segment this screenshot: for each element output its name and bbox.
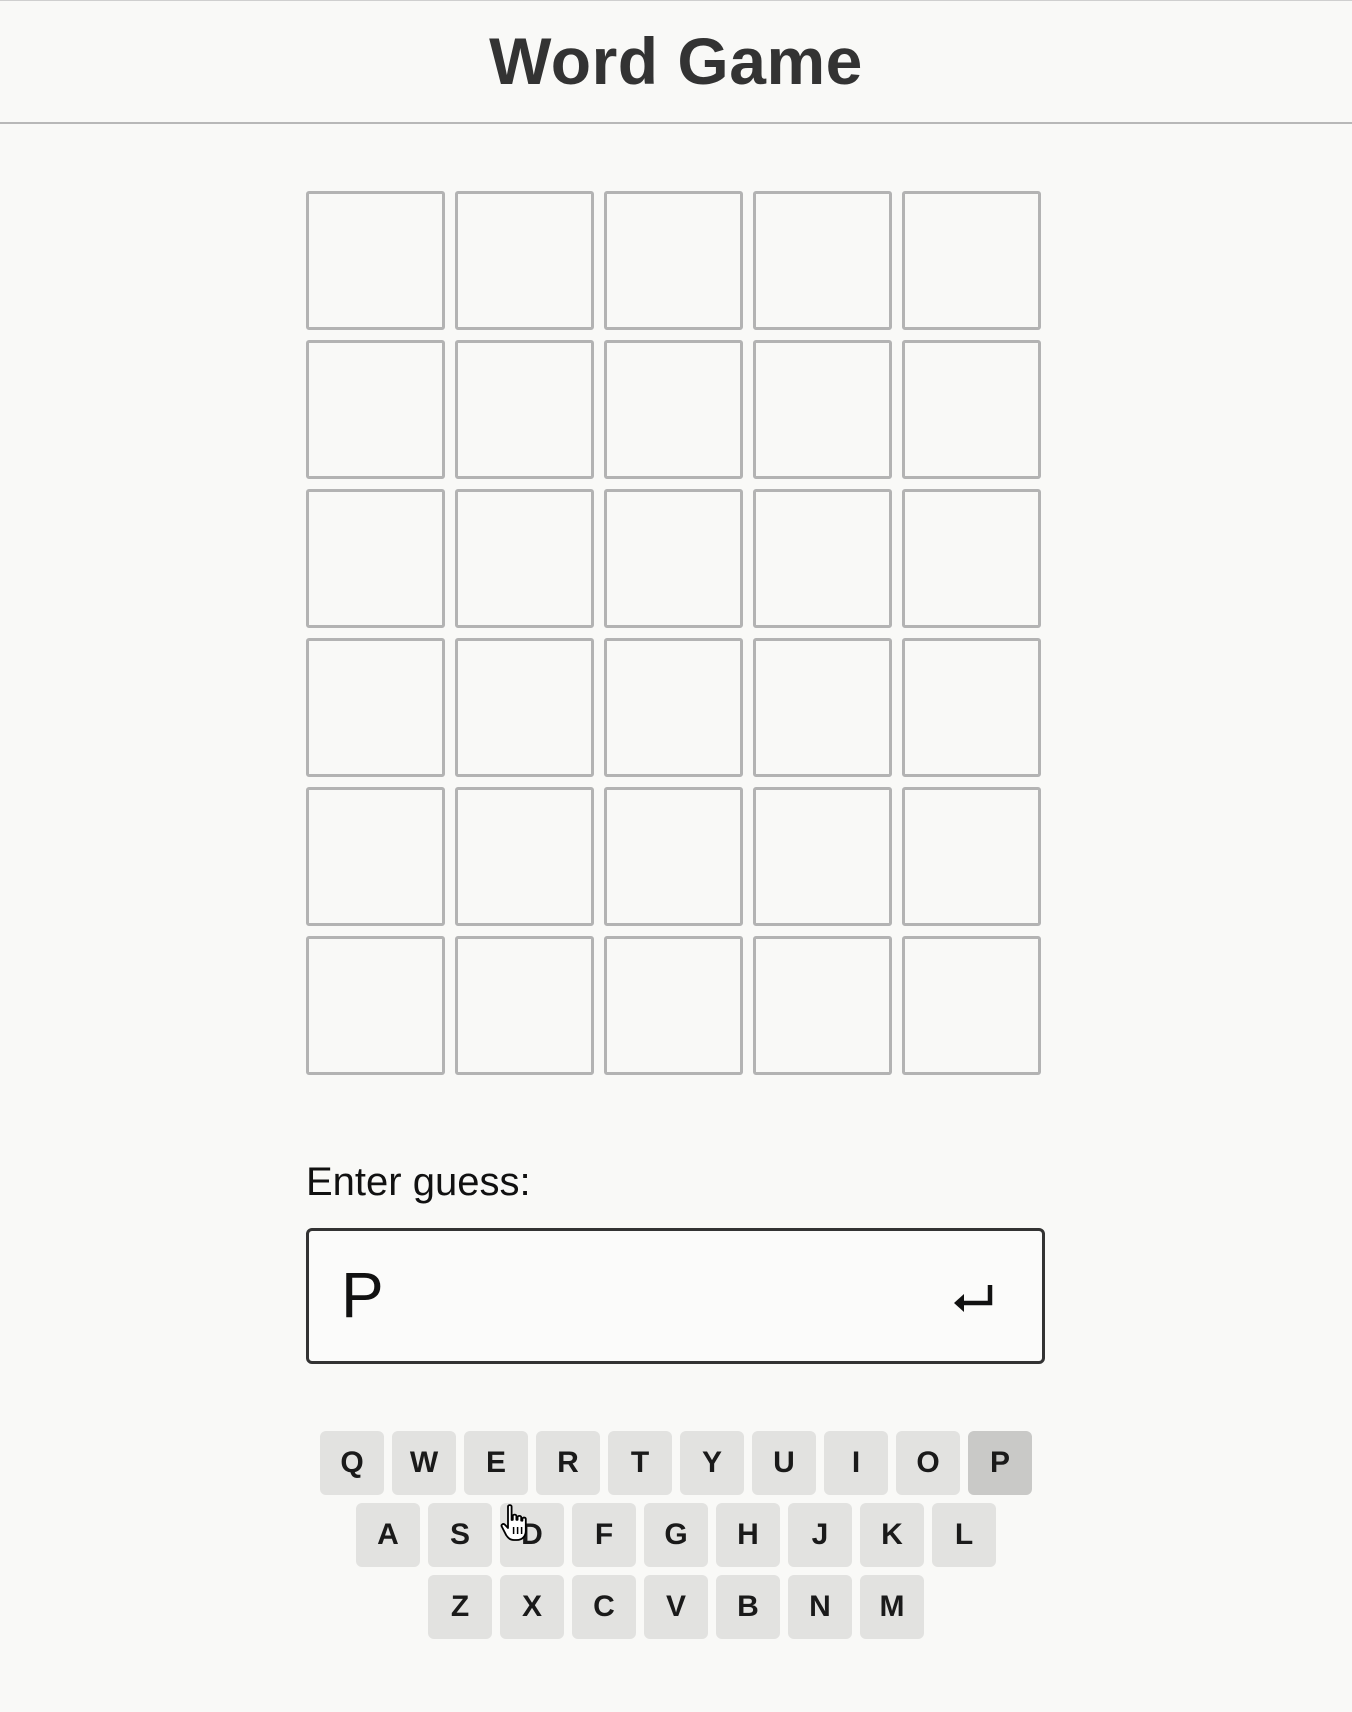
board-cell: [306, 191, 445, 330]
board-cell: [753, 340, 892, 479]
board-cell: [753, 787, 892, 926]
submit-guess-button[interactable]: [944, 1269, 1004, 1329]
keyboard-row: ASDFGHJKL: [0, 1503, 1352, 1567]
board-cell: [753, 191, 892, 330]
key-g[interactable]: G: [644, 1503, 708, 1567]
key-j[interactable]: J: [788, 1503, 852, 1567]
key-r[interactable]: R: [536, 1431, 600, 1495]
board-cell: [604, 489, 743, 628]
board-cell: [455, 191, 594, 330]
board-cell: [455, 936, 594, 1075]
key-b[interactable]: B: [716, 1575, 780, 1639]
key-c[interactable]: C: [572, 1575, 636, 1639]
board-cell: [604, 787, 743, 926]
board-cell: [902, 638, 1041, 777]
key-f[interactable]: F: [572, 1503, 636, 1567]
board-cell: [306, 489, 445, 628]
board-cell: [902, 936, 1041, 1075]
key-t[interactable]: T: [608, 1431, 672, 1495]
key-l[interactable]: L: [932, 1503, 996, 1567]
key-a[interactable]: A: [356, 1503, 420, 1567]
key-o[interactable]: O: [896, 1431, 960, 1495]
key-n[interactable]: N: [788, 1575, 852, 1639]
key-i[interactable]: I: [824, 1431, 888, 1495]
key-h[interactable]: H: [716, 1503, 780, 1567]
key-w[interactable]: W: [392, 1431, 456, 1495]
board-cell: [455, 340, 594, 479]
key-u[interactable]: U: [752, 1431, 816, 1495]
board-cell: [753, 638, 892, 777]
keyboard-row: QWERTYUIOP: [0, 1431, 1352, 1495]
key-k[interactable]: K: [860, 1503, 924, 1567]
guess-input[interactable]: [341, 1245, 941, 1345]
keyboard-row: ZXCVBNM: [0, 1575, 1352, 1639]
page-title: Word Game: [489, 23, 863, 98]
board-cell: [604, 638, 743, 777]
board-cell: [604, 191, 743, 330]
board-cell: [306, 936, 445, 1075]
key-s[interactable]: S: [428, 1503, 492, 1567]
key-p[interactable]: P: [968, 1431, 1032, 1495]
board-cell: [306, 340, 445, 479]
board-cell: [753, 936, 892, 1075]
board-cell: [604, 340, 743, 479]
key-v[interactable]: V: [644, 1575, 708, 1639]
board-cell: [902, 489, 1041, 628]
key-e[interactable]: E: [464, 1431, 528, 1495]
board-cell: [306, 638, 445, 777]
on-screen-keyboard: QWERTYUIOP ASDFGHJKL ZXCVBNM: [0, 1431, 1352, 1647]
board-cell: [902, 191, 1041, 330]
board-cell: [902, 787, 1041, 926]
guess-field: [306, 1228, 1045, 1364]
board-cell: [455, 489, 594, 628]
board-cell: [604, 936, 743, 1075]
return-arrow-icon: [954, 1285, 993, 1312]
game-board: [306, 191, 1045, 1075]
app-header: Word Game: [0, 0, 1352, 124]
key-d[interactable]: D: [500, 1503, 564, 1567]
board-cell: [753, 489, 892, 628]
board-cell: [455, 638, 594, 777]
board-cell: [306, 787, 445, 926]
key-m[interactable]: M: [860, 1575, 924, 1639]
key-q[interactable]: Q: [320, 1431, 384, 1495]
guess-label: Enter guess:: [306, 1160, 531, 1204]
board-cell: [902, 340, 1041, 479]
key-x[interactable]: X: [500, 1575, 564, 1639]
board-cell: [455, 787, 594, 926]
key-z[interactable]: Z: [428, 1575, 492, 1639]
key-y[interactable]: Y: [680, 1431, 744, 1495]
